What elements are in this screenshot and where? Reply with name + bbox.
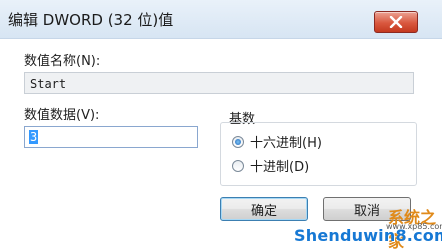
radio-decimal[interactable]: 十进制(D) bbox=[232, 156, 309, 175]
radio-hexadecimal[interactable]: 十六进制(H) bbox=[232, 132, 322, 151]
radio-checked-icon bbox=[232, 135, 244, 148]
title-bar: 编辑 DWORD (32 位)值 bbox=[0, 0, 442, 39]
radio-decimal-label: 十进制(D) bbox=[250, 160, 310, 175]
window-title: 编辑 DWORD (32 位)值 bbox=[8, 11, 174, 29]
watermark: 系统之家 www.xp85.com Shenduwin8.com bbox=[294, 198, 442, 251]
close-x-icon bbox=[389, 16, 403, 28]
close-button[interactable] bbox=[374, 11, 418, 33]
radio-hexadecimal-label: 十六进制(H) bbox=[250, 136, 322, 151]
radio-unchecked-icon bbox=[232, 159, 244, 172]
value-name-label: 数值名称(N): bbox=[24, 54, 101, 69]
watermark-text: Shenduwin8.com bbox=[294, 226, 442, 245]
edit-dword-dialog: 编辑 DWORD (32 位)值 数值名称(N): Start 数值数据(V):… bbox=[0, 0, 442, 251]
value-data-text: 3 bbox=[29, 130, 39, 144]
value-data-input[interactable]: 3 bbox=[24, 126, 198, 148]
value-data-label: 数值数据(V): bbox=[24, 108, 100, 123]
value-name-field: Start bbox=[24, 72, 414, 94]
